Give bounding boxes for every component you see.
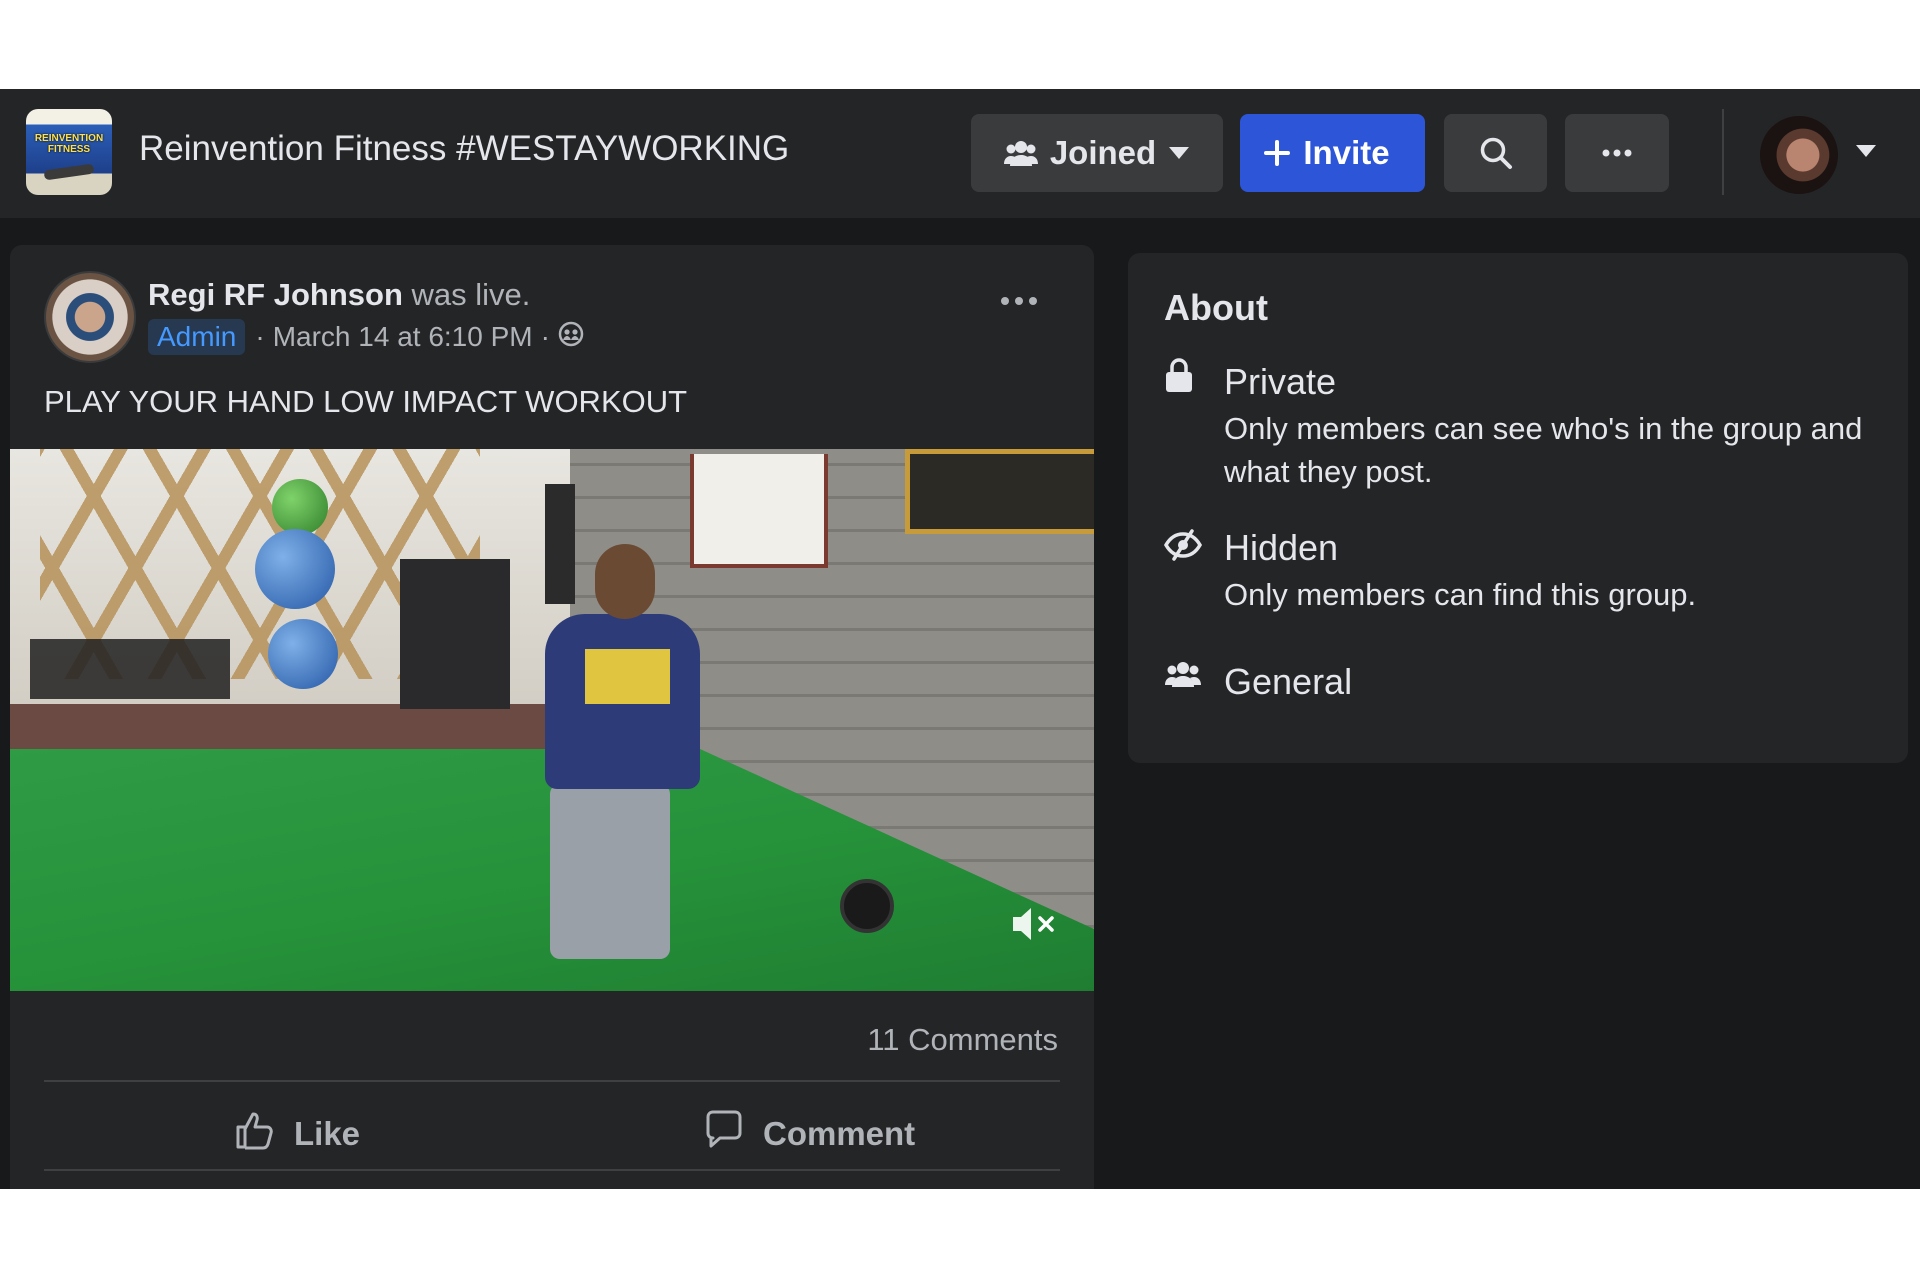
about-private-description: Only members can see who's in the group … [1224, 411, 1863, 489]
group-logo-figure [43, 163, 95, 181]
invite-label: Invite [1303, 134, 1390, 171]
people-icon [1164, 659, 1202, 694]
thumbs-up-icon [234, 1109, 294, 1159]
comment-bubble-icon [703, 1109, 763, 1159]
about-card: About Private Only members can see who's… [1128, 253, 1908, 763]
members-icon [1003, 138, 1038, 168]
joined-button[interactable]: Joined [971, 114, 1223, 192]
video-scene-punching-bag [545, 484, 575, 604]
video-scene-person-legs [550, 784, 670, 959]
post-text: PLAY YOUR HAND LOW IMPACT WORKOUT [44, 384, 688, 419]
author-avatar[interactable] [44, 271, 136, 363]
video-scene-ball [268, 619, 338, 689]
video-scene-banner [905, 449, 1094, 534]
video-scene-shirt-logo [585, 649, 670, 704]
video-scene-plyo-boxes [400, 559, 510, 709]
joined-label: Joined [1049, 134, 1157, 171]
about-hidden-heading: Hidden [1224, 527, 1339, 568]
search-button[interactable] [1444, 114, 1547, 192]
group-title[interactable]: Reinvention Fitness #WESTAYWORKING [139, 129, 789, 169]
about-hidden-description: Only members can find this group. [1224, 577, 1697, 612]
more-options-button[interactable] [1565, 114, 1669, 192]
post-meta: Admin · March 14 at 6:10 PM · [148, 315, 584, 359]
group-logo[interactable]: REINVENTION FITNESS [26, 109, 112, 195]
about-title: About [1164, 287, 1268, 328]
chevron-down-icon [1168, 146, 1190, 160]
author-action: was live. [411, 277, 531, 312]
post-timestamp[interactable]: March 14 at 6:10 PM [273, 321, 533, 353]
header-divider [1722, 109, 1724, 195]
about-general-heading: General [1224, 661, 1353, 702]
hidden-eye-icon [1163, 529, 1203, 566]
comments-count-link[interactable]: 11 Comments [867, 1022, 1058, 1058]
post-card: Regi RF Johnson was live. Admin · March … [10, 245, 1094, 1189]
post-divider [44, 1080, 1060, 1082]
group-header: REINVENTION FITNESS Reinvention Fitness … [0, 89, 1920, 218]
app-window: REINVENTION FITNESS Reinvention Fitness … [0, 89, 1920, 1189]
post-more-icon[interactable] [1000, 293, 1038, 311]
about-private-heading: Private [1224, 361, 1337, 402]
account-avatar[interactable] [1758, 114, 1840, 196]
group-logo-text: REINVENTION FITNESS [34, 133, 104, 155]
account-chevron-down-icon[interactable] [1855, 144, 1877, 163]
post-author-line: Regi RF Johnson was live. [148, 277, 530, 313]
lock-icon [1164, 357, 1194, 398]
video-scene-ball [272, 479, 328, 535]
video-scene-benches [30, 639, 230, 699]
meta-separator: · [255, 321, 265, 352]
comment-button[interactable]: Comment [703, 1103, 915, 1165]
search-icon [1479, 136, 1513, 170]
video-scene-barbell [840, 879, 894, 933]
meta-separator: · [540, 321, 550, 352]
video-scene-person-head [595, 544, 655, 619]
like-button[interactable]: Like [234, 1103, 360, 1165]
plus-icon [1263, 139, 1291, 167]
comment-label: Comment [763, 1115, 916, 1152]
author-name[interactable]: Regi RF Johnson [148, 277, 403, 312]
muted-speaker-icon[interactable] [1010, 904, 1056, 949]
admin-badge[interactable]: Admin [148, 319, 246, 355]
live-video-player[interactable] [10, 449, 1094, 991]
post-bottom-divider [44, 1169, 1060, 1171]
group-audience-icon [558, 321, 584, 354]
more-dots-icon [1602, 149, 1632, 157]
video-scene-ball [255, 529, 335, 609]
invite-button[interactable]: Invite [1240, 114, 1425, 192]
like-label: Like [294, 1115, 361, 1152]
video-scene-wall-window [690, 454, 828, 568]
